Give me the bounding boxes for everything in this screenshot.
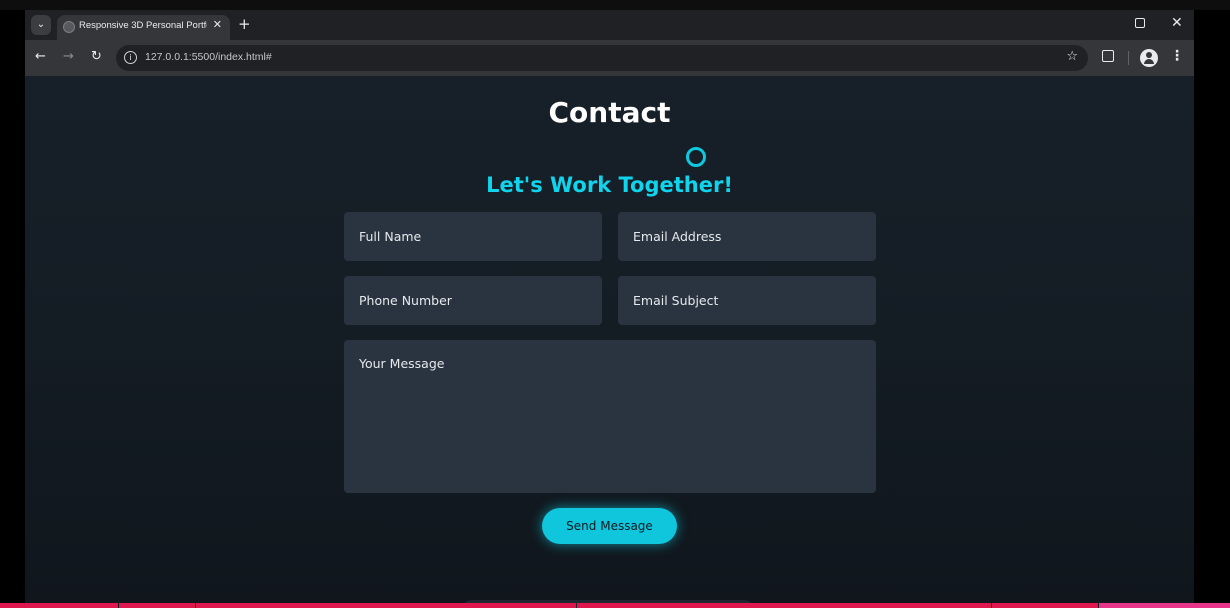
browser-tab[interactable]: Responsive 3D Personal Portfolio ✕ xyxy=(57,15,230,40)
back-arrow-icon[interactable]: ← xyxy=(35,49,46,64)
tab-strip: ⌄ Responsive 3D Personal Portfolio ✕ + ✕ xyxy=(25,10,1194,40)
toolbar-divider xyxy=(1128,51,1129,65)
tab-search-icon[interactable]: ⌄ xyxy=(31,15,51,35)
section-subheading: Let's Work Together! xyxy=(486,173,733,197)
cursor-ring-icon xyxy=(686,147,706,167)
profile-icon[interactable] xyxy=(1140,49,1158,67)
kebab-menu-icon[interactable]: ⋮ xyxy=(1170,48,1184,64)
window-close-icon[interactable]: ✕ xyxy=(1171,15,1183,31)
tab-close-icon[interactable]: ✕ xyxy=(213,18,222,31)
contact-section: Contact Let's Work Together! Send Messag… xyxy=(25,76,1194,608)
extensions-icon[interactable] xyxy=(1102,50,1114,62)
url-text[interactable]: 127.0.0.1:5500/index.html# xyxy=(145,51,272,63)
forward-arrow-icon[interactable]: → xyxy=(63,49,74,64)
reload-icon[interactable]: ↻ xyxy=(91,49,102,64)
bottom-strip-segment xyxy=(119,603,195,608)
email-address-input[interactable] xyxy=(618,212,876,261)
site-info-icon[interactable]: i xyxy=(124,51,137,64)
tab-title: Responsive 3D Personal Portfolio xyxy=(79,20,207,31)
browser-toolbar: ← → ↻ i 127.0.0.1:5500/index.html# ☆ ⋮ xyxy=(25,40,1194,76)
bottom-strip-segment xyxy=(1099,603,1230,608)
page-favicon-icon xyxy=(63,21,75,33)
screen-top-edge xyxy=(0,0,1230,10)
new-tab-button[interactable]: + xyxy=(238,15,251,33)
browser-window: ⌄ Responsive 3D Personal Portfolio ✕ + ✕… xyxy=(25,10,1194,608)
full-name-input[interactable] xyxy=(344,212,602,261)
message-textarea[interactable] xyxy=(344,340,876,493)
send-message-button[interactable]: Send Message xyxy=(542,508,677,544)
phone-number-input[interactable] xyxy=(344,276,602,325)
bookmark-star-icon[interactable]: ☆ xyxy=(1066,49,1078,64)
bottom-strip-segment xyxy=(196,603,576,608)
bottom-strip-segment xyxy=(0,603,118,608)
address-bar[interactable]: i 127.0.0.1:5500/index.html# ☆ xyxy=(116,45,1088,71)
window-restore-icon[interactable] xyxy=(1135,18,1145,28)
bottom-strip-segment xyxy=(577,603,991,608)
bottom-strip-segment xyxy=(992,603,1098,608)
page-title: Contact xyxy=(548,96,671,129)
email-subject-input[interactable] xyxy=(618,276,876,325)
